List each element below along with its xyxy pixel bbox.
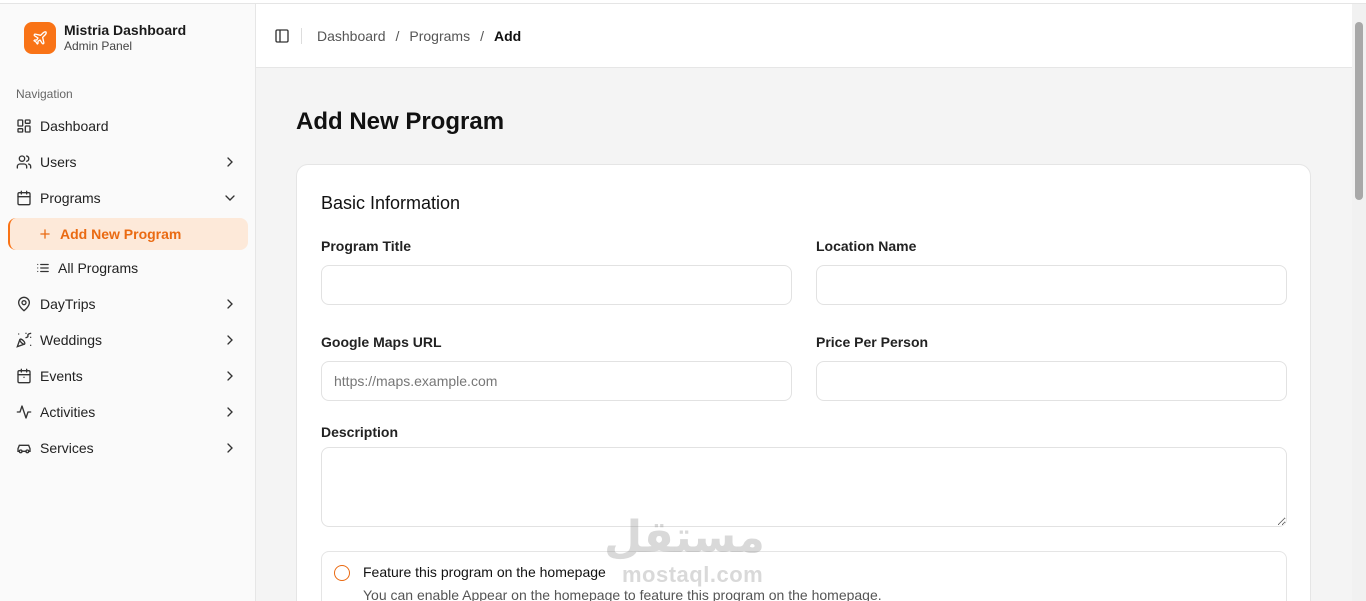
sidebar-nav: Dashboard Users Programs Add New Program	[8, 108, 248, 466]
sidebar-item-dashboard[interactable]: Dashboard	[8, 108, 248, 144]
calendar-event-icon	[16, 368, 32, 384]
map-pin-icon	[16, 296, 32, 312]
brand-subtitle: Admin Panel	[64, 39, 133, 53]
feature-description: You can enable Appear on the homepage to…	[363, 587, 882, 601]
breadcrumb-programs[interactable]: Programs	[409, 28, 470, 44]
chevron-right-icon	[222, 332, 238, 348]
description-label: Description	[321, 424, 399, 440]
activity-icon	[16, 404, 32, 420]
nav-heading: Navigation	[16, 87, 73, 101]
topbar-divider	[301, 27, 302, 44]
description-textarea[interactable]	[321, 447, 1287, 527]
breadcrumb-separator: /	[480, 27, 484, 44]
chevron-down-icon	[222, 190, 238, 206]
breadcrumb-current: Add	[493, 27, 522, 44]
sidebar-toggle-icon[interactable]	[272, 26, 292, 46]
sidebar-subitem-label: All Programs	[58, 260, 139, 276]
brand[interactable]: Mistria Dashboard Admin Panel	[24, 21, 186, 54]
sidebar-item-events[interactable]: Events	[8, 358, 248, 394]
sidebar-item-services[interactable]: Services	[8, 430, 248, 466]
chevron-right-icon	[222, 154, 238, 170]
window-top-edge	[0, 0, 1366, 4]
topbar: Dashboard / Programs / Add	[256, 4, 1352, 68]
sidebar-subitem-label: Add New Program	[60, 226, 182, 242]
brand-title: Mistria Dashboard	[64, 22, 187, 38]
sidebar-item-daytrips[interactable]: DayTrips	[8, 286, 248, 322]
sidebar-item-programs[interactable]: Programs	[8, 180, 248, 216]
page-scrollbar[interactable]	[1352, 4, 1366, 601]
section-title: Basic Information	[321, 193, 461, 213]
page-title: Add New Program	[296, 108, 505, 135]
price-per-person-input[interactable]	[816, 361, 1287, 401]
google-maps-url-input[interactable]	[321, 361, 792, 401]
sidebar-item-label: Activities	[40, 404, 96, 420]
feature-radio[interactable]	[334, 565, 350, 581]
chevron-right-icon	[222, 368, 238, 384]
feature-title: Feature this program on the homepage	[363, 564, 606, 580]
chevron-right-icon	[222, 440, 238, 456]
sidebar: Mistria Dashboard Admin Panel Navigation…	[0, 4, 256, 601]
program-title-input[interactable]	[321, 265, 792, 305]
sidebar-subitem-all-programs[interactable]: All Programs	[8, 252, 248, 284]
google-maps-url-label: Google Maps URL	[321, 334, 442, 350]
party-popper-icon	[16, 332, 32, 348]
chevron-right-icon	[222, 296, 238, 312]
grid-icon	[16, 118, 32, 134]
sidebar-item-weddings[interactable]: Weddings	[8, 322, 248, 358]
price-per-person-label: Price Per Person	[816, 334, 929, 350]
sidebar-subitem-add-new-program[interactable]: Add New Program	[8, 218, 248, 250]
sidebar-item-label: Weddings	[40, 332, 103, 348]
plane-icon	[24, 21, 56, 54]
sidebar-item-users[interactable]: Users	[8, 144, 248, 180]
basic-information-card: Basic Information Program Title Location…	[296, 164, 1311, 601]
car-icon	[16, 440, 32, 456]
program-title-label: Program Title	[321, 238, 411, 254]
sidebar-item-label: Programs	[40, 190, 101, 206]
sidebar-item-label: Dashboard	[40, 118, 109, 134]
breadcrumb-dashboard[interactable]: Dashboard	[317, 28, 386, 44]
users-icon	[16, 154, 32, 170]
location-name-input[interactable]	[816, 265, 1287, 305]
sidebar-item-label: Users	[40, 154, 77, 170]
sidebar-item-label: DayTrips	[40, 296, 96, 312]
chevron-right-icon	[222, 404, 238, 420]
sidebar-item-label: Events	[40, 368, 83, 384]
feature-homepage-option[interactable]: Feature this program on the homepage You…	[321, 551, 1287, 601]
calendar-icon	[16, 190, 32, 206]
scrollbar-thumb[interactable]	[1355, 22, 1363, 200]
plus-icon	[38, 227, 52, 241]
breadcrumb-separator: /	[395, 27, 400, 44]
location-name-label: Location Name	[816, 238, 917, 254]
sidebar-item-label: Services	[40, 440, 94, 456]
sidebar-item-activities[interactable]: Activities	[8, 394, 248, 430]
list-icon	[36, 261, 50, 275]
